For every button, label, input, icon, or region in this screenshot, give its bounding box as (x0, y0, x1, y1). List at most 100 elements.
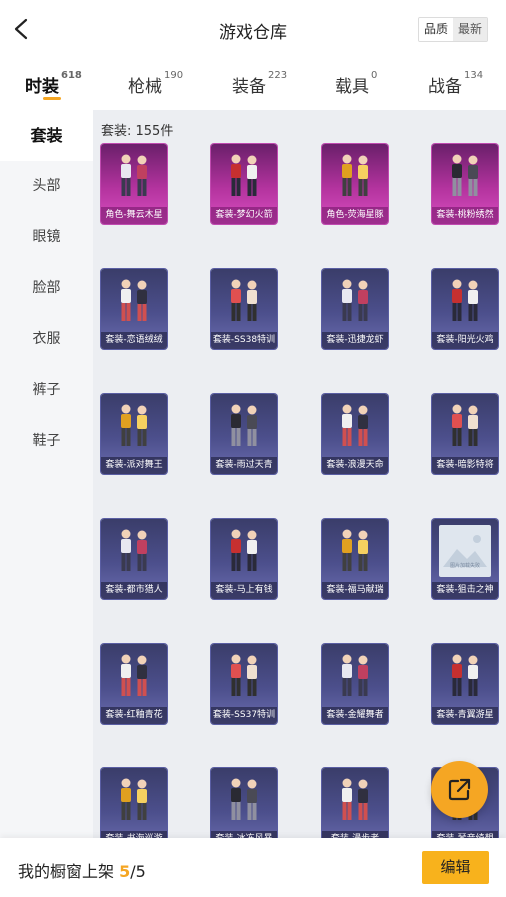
sidebar-item-shoes[interactable]: 鞋子 (0, 416, 93, 467)
active-tab-indicator (43, 97, 61, 100)
tab-label: 装备 (232, 77, 266, 97)
outfit-card[interactable]: 套装-雨过天青 (211, 394, 277, 474)
outfit-card[interactable]: 套装-阳光火鸡 (432, 269, 498, 349)
outfit-card-label: 套装-阳光火鸡 (432, 332, 498, 349)
tab-vehicles[interactable]: 载具0 (335, 70, 378, 97)
outfit-card[interactable]: 套装-SS38特训 (211, 269, 277, 349)
outfit-card[interactable]: 套装-迅捷龙虾 (322, 269, 388, 349)
outfit-card-label: 套装-狙击之神 (432, 582, 498, 599)
outfit-card[interactable]: 套装-恋语绒绒 (101, 269, 167, 349)
sidebar-item-suits[interactable]: 套装 (0, 110, 93, 161)
tab-count: 190 (164, 70, 184, 81)
tab-count: 134 (464, 70, 484, 81)
outfit-card-label: 角色-舞云木星 (101, 207, 167, 224)
showcase-status: 我的橱窗上架 5/5 (18, 858, 146, 882)
image-placeholder: 图片加载失败 (439, 525, 491, 577)
tab-label: 载具 (335, 77, 369, 97)
outfit-figure-icon (452, 279, 478, 321)
outfit-card-label: 套装-都市猎人 (101, 582, 167, 599)
outfit-card-label: 角色-荧海星豚 (322, 207, 388, 224)
share-button[interactable] (431, 761, 488, 818)
outfit-figure-icon (231, 654, 257, 696)
outfit-card[interactable]: 套装-冰冻风暴 (211, 768, 277, 840)
outfit-card[interactable]: 套装-漫步者 (322, 768, 388, 840)
outfit-card-label: 套装-恋语绒绒 (101, 332, 167, 349)
outfit-figure-icon (342, 529, 368, 571)
outfit-card[interactable]: 套装-青翼游星 (432, 644, 498, 724)
category-tabs: 时装618 枪械190 装备223 载具0 战备134 (0, 60, 506, 110)
outfit-figure-icon (121, 529, 147, 571)
outfit-card[interactable]: 套装-桃粉绣然 (432, 144, 498, 224)
sidebar-item-head[interactable]: 头部 (0, 161, 93, 212)
tab-label: 时装 (25, 77, 59, 97)
sidebar: 套装 头部 眼镜 脸部 衣服 裤子 鞋子 (0, 110, 93, 897)
bottom-bar: 我的橱窗上架 5/5 编辑 (0, 838, 506, 897)
item-grid: 套装: 155件 角色-舞云木星 套装-梦幻火箭 角色-荧海星豚 套装-桃粉绣然 套装-… (93, 110, 506, 840)
showcase-label: 我的橱窗上架 (18, 862, 115, 881)
tab-battle-gear[interactable]: 战备134 (428, 70, 484, 97)
placeholder-text: 图片加载失败 (449, 563, 480, 569)
outfit-card-label: 套装-桃粉绣然 (432, 207, 498, 224)
tab-count: 223 (268, 70, 288, 81)
outfit-figure-icon (342, 404, 368, 446)
outfit-figure-icon (342, 654, 368, 696)
header: 游戏仓库 品质 最新 (0, 0, 506, 60)
outfit-card-label: 套装-红釉青花 (101, 707, 167, 724)
outfit-card-label: 套装-雨过天青 (211, 457, 277, 474)
outfit-card[interactable]: 套装-红釉青花 (101, 644, 167, 724)
tab-label: 枪械 (128, 77, 162, 97)
outfit-card[interactable]: 套装-浪漫天命 (322, 394, 388, 474)
outfit-card[interactable]: 套装-派对舞王 (101, 394, 167, 474)
showcase-total: /5 (130, 862, 146, 881)
tab-count: 618 (61, 70, 82, 81)
outfit-figure-icon (452, 654, 478, 696)
outfit-card-label: 套装-福马献瑞 (322, 582, 388, 599)
outfit-card[interactable]: 套装-书海巡游 (101, 768, 167, 840)
tab-weapons[interactable]: 枪械190 (128, 70, 184, 97)
outfit-figure-icon (121, 154, 147, 196)
outfit-figure-icon (452, 404, 478, 446)
sidebar-item-glasses[interactable]: 眼镜 (0, 212, 93, 263)
edit-button[interactable]: 编辑 (422, 851, 489, 884)
outfit-card[interactable]: 套装-金耀舞者 (322, 644, 388, 724)
outfit-figure-icon (121, 279, 147, 321)
outfit-card[interactable]: 角色-荧海星豚 (322, 144, 388, 224)
outfit-card[interactable]: 套装-梦幻火箭 (211, 144, 277, 224)
outfit-card[interactable]: 图片加载失败套装-狙击之神 (432, 519, 498, 599)
outfit-figure-icon (452, 154, 478, 196)
sort-latest-button[interactable]: 最新 (452, 18, 487, 41)
outfit-card-label: 套装-金耀舞者 (322, 707, 388, 724)
outfit-figure-icon (231, 404, 257, 446)
outfit-card-label: 套装-浪漫天命 (322, 457, 388, 474)
outfit-card-label: 套装-SS38特训 (211, 332, 277, 349)
sidebar-item-clothes[interactable]: 衣服 (0, 314, 93, 365)
outfit-card[interactable]: 角色-舞云木星 (101, 144, 167, 224)
tab-count: 0 (371, 70, 378, 81)
sidebar-item-pants[interactable]: 裤子 (0, 365, 93, 416)
outfit-figure-icon (342, 154, 368, 196)
outfit-figure-icon (121, 404, 147, 446)
outfit-figure-icon (231, 778, 257, 820)
outfit-card-label: 套装-马上有钱 (211, 582, 277, 599)
outfit-card-label: 套装-SS37特训 (211, 707, 277, 724)
outfit-card[interactable]: 套装-马上有钱 (211, 519, 277, 599)
showcase-current: 5 (119, 862, 131, 881)
outfit-card[interactable]: 套装-福马献瑞 (322, 519, 388, 599)
outfit-figure-icon (231, 529, 257, 571)
tab-equipment[interactable]: 装备223 (232, 70, 288, 97)
sort-toggle: 品质 最新 (417, 17, 488, 42)
outfit-card-label: 套装-暗影特将 (432, 457, 498, 474)
outfit-card[interactable]: 套装-SS37特训 (211, 644, 277, 724)
share-icon (448, 778, 471, 801)
outfit-card[interactable]: 套装-暗影特将 (432, 394, 498, 474)
sidebar-item-face[interactable]: 脸部 (0, 263, 93, 314)
outfit-card[interactable]: 套装-都市猎人 (101, 519, 167, 599)
item-count: 套装: 155件 (101, 124, 174, 139)
outfit-figure-icon (121, 778, 147, 820)
sort-quality-button[interactable]: 品质 (418, 18, 453, 41)
outfit-figure-icon (342, 279, 368, 321)
tab-label: 战备 (428, 77, 462, 97)
outfit-figure-icon (121, 654, 147, 696)
outfit-card-label: 套装-梦幻火箭 (211, 207, 277, 224)
tab-fashion[interactable]: 时装618 (25, 70, 82, 97)
